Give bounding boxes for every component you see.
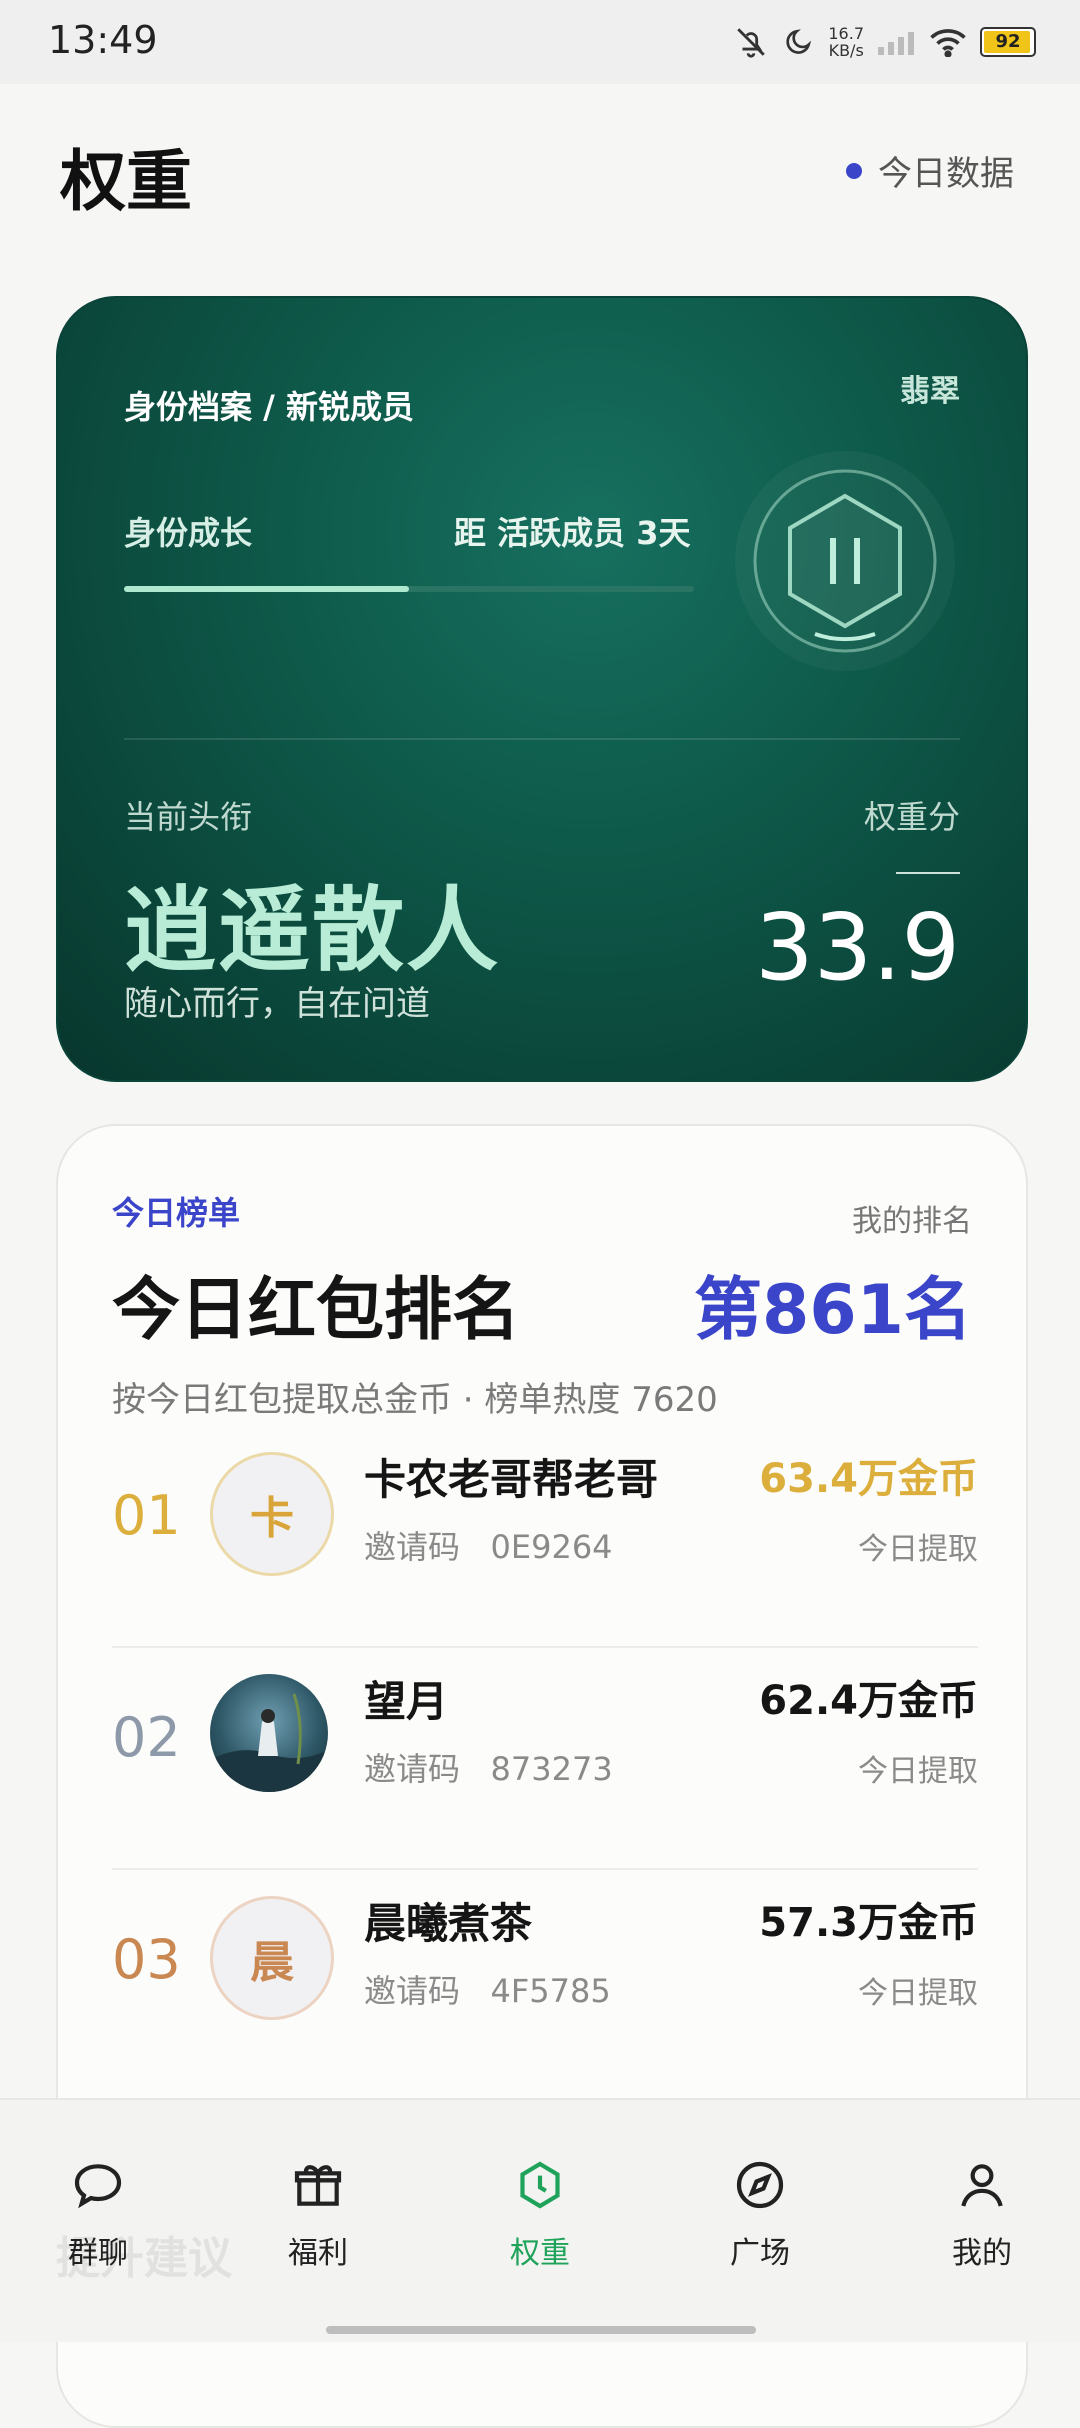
avatar-photo-icon	[210, 1693, 328, 1792]
my-rank-value: 第861名	[694, 1271, 972, 1350]
ranking-kicker: 今日榜单	[112, 1194, 241, 1232]
growth-progress-fill	[124, 586, 409, 592]
battery-level: 92	[995, 31, 1021, 52]
nav-label: 权重	[510, 2236, 570, 2271]
growth-label: 身份成长	[124, 514, 253, 552]
avatar: 卡	[210, 1452, 334, 1576]
ranking-row[interactable]: 03 晨 晨曦煮茶 邀请码 4F5785 57.3万金币 今日提取	[112, 1870, 978, 2092]
current-title: 逍遥散人	[124, 877, 501, 984]
nav-item-weight[interactable]: 权重	[470, 2150, 610, 2272]
row-invite-code: 邀请码 4F5785	[364, 1972, 611, 2010]
status-bar: 13:49 16.7 KB/s 92	[0, 0, 1080, 84]
weight-score-label: 权重分	[863, 798, 960, 836]
row-rank-number: 03	[112, 1928, 181, 1991]
today-data-label: 今日数据	[878, 154, 1014, 194]
status-time: 13:49	[48, 18, 158, 62]
nav-label: 福利	[288, 2236, 348, 2271]
weight-underline	[896, 872, 960, 874]
nav-item-plaza[interactable]: 广场	[690, 2150, 830, 2272]
dot-icon	[846, 162, 862, 179]
ranking-row[interactable]: 01 卡 卡农老哥帮老哥 邀请码 0E9264 63.4万金币 今日提取	[112, 1426, 978, 1648]
row-action-label: 今日提取	[858, 1532, 978, 1567]
nav-label: 广场	[730, 2236, 790, 2271]
compass-icon	[736, 2161, 784, 2209]
row-invite-code: 邀请码 873273	[364, 1750, 613, 1788]
page-title: 权重	[60, 143, 192, 220]
identity-card[interactable]: 身份档案 / 新锐成员 翡翠 身份成长 距 活跃成员 3天 当前头衔 逍遥散人 …	[56, 296, 1028, 1082]
row-user-name: 卡农老哥帮老哥	[364, 1455, 659, 1504]
row-coins: 63.4万金币	[759, 1456, 978, 1502]
nav-label: 我的	[952, 2236, 1012, 2271]
growth-progress-bar	[124, 586, 694, 592]
row-rank-number: 02	[112, 1706, 181, 1769]
nav-item-benefits[interactable]: 福利	[248, 2150, 388, 2272]
card-divider	[124, 738, 960, 740]
nav-item-profile[interactable]: 我的	[912, 2150, 1052, 2272]
gift-icon	[294, 2165, 342, 2206]
ranking-title: 今日红包排名	[112, 1271, 521, 1350]
wifi-icon	[930, 29, 966, 57]
row-action-label: 今日提取	[858, 1754, 978, 1789]
chat-icon	[74, 2164, 122, 2209]
home-indicator[interactable]	[326, 2326, 756, 2334]
network-speed-value: 16.7	[828, 24, 864, 43]
next-level-text: 距 活跃成员 3天	[454, 514, 691, 552]
row-action-label: 今日提取	[858, 1976, 978, 2011]
battery-icon: 92	[980, 27, 1036, 57]
row-invite-code: 邀请码 0E9264	[364, 1528, 613, 1566]
title-motto: 随心而行，自在问道	[124, 984, 430, 1024]
row-coins: 57.3万金币	[759, 1900, 978, 1946]
row-user-name: 晨曦煮茶	[364, 1899, 533, 1948]
avatar: 晨	[210, 1896, 334, 2020]
bottom-nav: 群聊 福利 权重 广场 我的	[0, 2098, 1080, 2342]
network-speed-unit: KB/s	[828, 41, 864, 60]
weight-icon	[520, 2161, 560, 2209]
today-data-button[interactable]: 今日数据	[846, 146, 1014, 195]
network-speed: 16.7 KB/s	[828, 25, 864, 59]
ranking-row[interactable]: 02 望月 邀请码 873273 62.4万金币 今日提取	[112, 1648, 978, 1870]
ranking-subtitle: 按今日红包提取总金币 · 榜单热度 7620	[112, 1380, 718, 1420]
user-icon	[961, 2164, 1003, 2207]
identity-breadcrumb: 身份档案 / 新锐成员	[124, 388, 414, 426]
avatar	[210, 1674, 328, 1792]
row-rank-number: 01	[112, 1484, 181, 1547]
notifications-off-icon	[737, 28, 766, 58]
row-coins: 62.4万金币	[759, 1678, 978, 1724]
current-title-label: 当前头衔	[124, 798, 253, 836]
my-rank-label: 我的排名	[852, 1204, 972, 1239]
weight-score-value: 33.9	[755, 894, 960, 1001]
tier-badge: 翡翠	[900, 374, 960, 409]
faded-suggestion-text: 提升建议	[56, 2233, 232, 2284]
signal-icon	[878, 32, 914, 55]
row-user-name: 望月	[364, 1677, 449, 1726]
hexagon-emblem-icon	[735, 451, 955, 671]
status-icons: 16.7 KB/s 92	[734, 20, 1036, 64]
do-not-disturb-moon-icon	[786, 29, 812, 54]
